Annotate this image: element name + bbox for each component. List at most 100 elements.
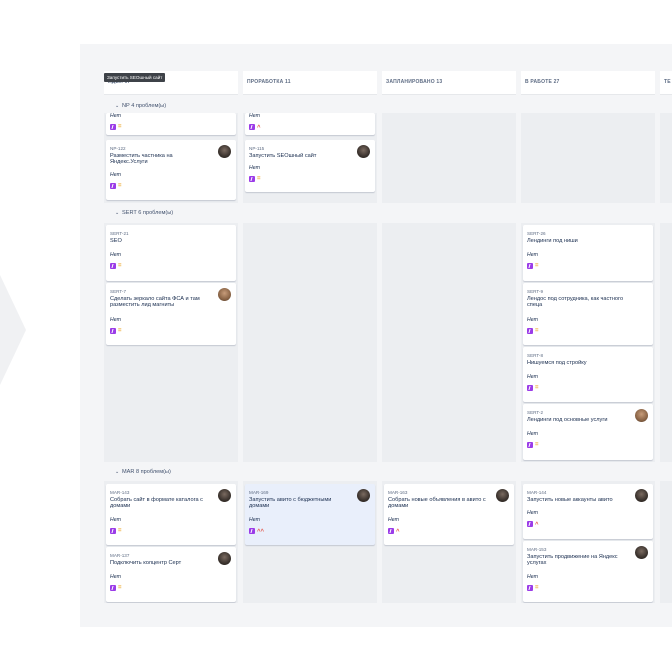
issue-title: Запустить новые аккаунты авито [527, 497, 613, 503]
issue-card[interactable]: Нет ^ [245, 113, 375, 135]
issue-key[interactable]: MAR-169 [249, 490, 268, 495]
card-field-value: Нет [527, 252, 538, 258]
lane-cell [660, 113, 672, 203]
card-field-value: Нет [110, 252, 121, 258]
issue-title: Разместить частника на Яндекс.Услуги [110, 153, 173, 166]
issue-key[interactable]: SERT-8 [527, 353, 543, 358]
issue-title: Запустить авито с бюджетными домами [249, 497, 332, 510]
issue-title: Подключить колцентр Серт [110, 560, 182, 566]
issue-card[interactable]: NP-122 Разместить частника на Яндекс.Усл… [106, 140, 236, 200]
issue-title: Лендос под сотрудника, как частного спец… [527, 296, 624, 309]
issue-title: Нишуемся под стройку [527, 360, 587, 366]
issue-card[interactable]: MAR-163 Собрать новые объявления в авито… [384, 484, 514, 545]
story-lightning-icon [527, 521, 533, 527]
priority-high-icon: ^ [257, 125, 261, 131]
priority-medium-icon: = [118, 328, 122, 334]
issue-card[interactable]: SERT-21 SEO Нет = [106, 225, 236, 281]
issue-card[interactable]: MAR-144 Запустить новые аккаунты авито Н… [523, 484, 653, 539]
priority-medium-icon: = [535, 263, 539, 269]
issue-key[interactable]: MAR-153 [527, 547, 546, 552]
card-field-value: Нет [527, 510, 538, 516]
avatar[interactable] [218, 145, 231, 158]
swimlane-label: MAR 8 проблем(ы) [122, 469, 171, 475]
swimlane-label: SERT 6 проблем(ы) [122, 210, 174, 216]
issue-card[interactable]: MAR-153 Запустить продвижение на Яндекс … [523, 541, 653, 602]
column-title: В РАБОТЕ 27 [525, 79, 560, 85]
avatar[interactable] [635, 409, 648, 422]
issue-key[interactable]: NP-122 [110, 146, 126, 151]
column-header-in-progress[interactable]: В РАБОТЕ 27 [521, 71, 655, 95]
avatar[interactable] [496, 489, 509, 502]
tooltip: Запустить SEOшный сайт [104, 73, 166, 82]
story-lightning-icon [249, 528, 255, 534]
issue-title: Собрать новые объявления в авито с домам… [388, 497, 486, 510]
swimlane-header-mar[interactable]: ⌄ MAR 8 проблем(ы) [104, 465, 672, 481]
column-title: ПРОРАБОТКА 11 [247, 79, 291, 85]
column-title: ЗАПЛАНИРОВАНО 13 [386, 79, 443, 85]
lane-cell [243, 223, 377, 462]
story-lightning-icon [249, 124, 255, 130]
story-lightning-icon [527, 442, 533, 448]
issue-key[interactable]: SERT-26 [527, 231, 546, 236]
avatar[interactable] [218, 552, 231, 565]
column-header-research[interactable]: ПРОРАБОТКА 11 [243, 71, 377, 95]
issue-key[interactable]: NP-115 [249, 146, 264, 151]
priority-medium-icon: = [118, 183, 122, 189]
issue-key[interactable]: MAR-143 [110, 490, 129, 495]
card-field-value: Нет [249, 165, 260, 171]
kanban-board: ИДЕИ 67 ПРОРАБОТКА 11 ЗАПЛАНИРОВАНО 13 В… [80, 44, 672, 627]
issue-key[interactable]: MAR-144 [527, 490, 546, 495]
issue-title: SEO [110, 238, 122, 244]
issue-card[interactable]: MAR-137 Подключить колцентр Серт Нет = [106, 547, 236, 602]
issue-card[interactable]: NP-115 Запустить SEOшный сайт Нет = [245, 140, 375, 192]
card-field-value: Нет [110, 317, 121, 323]
issue-card-selected[interactable]: MAR-169 Запустить авито с бюджетными дом… [245, 484, 375, 545]
avatar[interactable] [218, 489, 231, 502]
priority-highest-icon: ^^ [257, 529, 265, 535]
story-lightning-icon [388, 528, 394, 534]
issue-key[interactable]: MAR-137 [110, 553, 129, 558]
decorative-arrow-shape [0, 275, 26, 385]
chevron-down-icon[interactable]: ⌄ [115, 103, 119, 109]
issue-key[interactable]: SERT-21 [110, 231, 129, 236]
priority-medium-icon: = [535, 385, 539, 391]
issue-card[interactable]: MAR-143 Собрать сайт в формате каталога … [106, 484, 236, 545]
issue-card[interactable]: SERT-26 Лендинги под ниши Нет = [523, 225, 653, 281]
issue-key[interactable]: SERT-7 [110, 289, 126, 294]
avatar[interactable] [218, 288, 231, 301]
avatar[interactable] [357, 489, 370, 502]
priority-high-icon: ^ [396, 529, 400, 535]
avatar[interactable] [635, 489, 648, 502]
card-field-value: Нет [527, 374, 538, 380]
story-lightning-icon [110, 263, 116, 269]
story-lightning-icon [527, 263, 533, 269]
issue-key[interactable]: SERT-9 [527, 289, 543, 294]
story-lightning-icon [110, 183, 116, 189]
story-lightning-icon [527, 385, 533, 391]
story-lightning-icon [110, 528, 116, 534]
priority-medium-icon: = [257, 176, 261, 182]
avatar[interactable] [357, 145, 370, 158]
issue-title: Запустить продвижение на Яндекс услугах [527, 554, 618, 567]
issue-title: Собрать сайт в формате каталога с домами [110, 497, 203, 510]
issue-key[interactable]: MAR-163 [388, 490, 407, 495]
avatar[interactable] [635, 546, 648, 559]
lane-cell [660, 481, 672, 603]
issue-card[interactable]: SERT-2 Лендинги под основные услуги Нет … [523, 404, 653, 460]
column-header-testing[interactable]: ТЕ [660, 71, 672, 95]
priority-medium-icon: = [535, 585, 539, 591]
column-header-planned[interactable]: ЗАПЛАНИРОВАНО 13 [382, 71, 516, 95]
chevron-down-icon[interactable]: ⌄ [115, 210, 119, 216]
issue-key[interactable]: SERT-2 [527, 410, 543, 415]
card-field-value: Нет [110, 113, 121, 119]
lane-cell [521, 113, 655, 203]
issue-card[interactable]: SERT-9 Лендос под сотрудника, как частно… [523, 283, 653, 345]
issue-card[interactable]: SERT-7 Сделать зеркало сайта ФСА и там р… [106, 283, 236, 345]
card-field-value: Нет [388, 517, 399, 523]
priority-medium-icon: = [118, 585, 122, 591]
swimlane-header-sert[interactable]: ⌄ SERT 6 проблем(ы) [104, 206, 672, 222]
issue-card[interactable]: SERT-8 Нишуемся под стройку Нет = [523, 347, 653, 402]
chevron-down-icon[interactable]: ⌄ [115, 469, 119, 475]
issue-card[interactable]: Нет = [106, 113, 236, 135]
priority-medium-icon: = [118, 528, 122, 534]
